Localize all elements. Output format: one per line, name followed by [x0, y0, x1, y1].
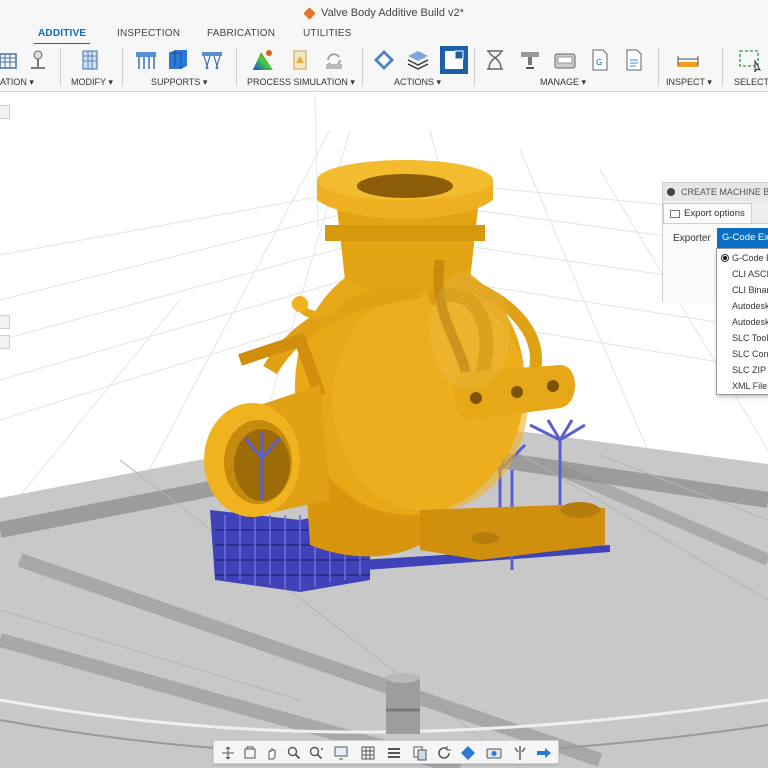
exporter-option[interactable]: XML File: [717, 378, 768, 394]
layer-view-icon[interactable]: [386, 745, 402, 761]
ribbon-group-setup[interactable]: ATION ▾: [0, 77, 34, 88]
title-bar: Valve Body Additive Build v2*: [0, 0, 768, 26]
collapsed-panel-handle[interactable]: [0, 315, 10, 329]
exporter-option[interactable]: SLC Con: [717, 346, 768, 362]
section-icon[interactable]: [412, 745, 428, 761]
zoom-window-icon[interactable]: [308, 745, 324, 761]
camera-icon[interactable]: [486, 745, 502, 761]
appearance-icon[interactable]: [460, 745, 476, 761]
ribbon-separator: [60, 48, 61, 86]
volume-support-icon[interactable]: [166, 48, 190, 72]
radio-selected-icon: [721, 254, 729, 262]
ribbon-separator: [658, 48, 659, 86]
simulate-layers-icon[interactable]: [406, 48, 430, 72]
orbit-icon[interactable]: [220, 745, 236, 761]
navigation-bar: [213, 740, 559, 764]
option-label: G-Code E: [732, 253, 768, 263]
pan-icon[interactable]: [264, 745, 280, 761]
svg-text:G: G: [596, 58, 602, 67]
refresh-icon[interactable]: [436, 745, 452, 761]
exporter-option[interactable]: CLI Binar: [717, 282, 768, 298]
option-label: XML File: [732, 381, 768, 391]
panel-title: CREATE MACHINE B: [681, 187, 768, 197]
option-label: SLC Con: [732, 349, 768, 359]
look-at-icon[interactable]: [242, 745, 258, 761]
option-label: CLI Binar: [732, 285, 768, 295]
effects-icon[interactable]: [512, 745, 528, 761]
ribbon-group-manage[interactable]: MANAGE ▾: [540, 77, 586, 88]
exporter-option[interactable]: CLI ASCII: [717, 266, 768, 282]
tab-export-options[interactable]: Export options: [663, 203, 752, 223]
exporter-dropdown: G-Code E CLI ASCII CLI Binar Autodesk Au…: [716, 248, 768, 395]
position-icon[interactable]: [26, 48, 50, 72]
workspace-tabs: ADDITIVE INSPECTION FABRICATION UTILITIE…: [0, 26, 768, 45]
zoom-icon[interactable]: [286, 745, 302, 761]
option-label: CLI ASCII: [732, 269, 768, 279]
exporter-option[interactable]: SLC ZIP: [717, 362, 768, 378]
document-icon: [303, 6, 316, 20]
tab-label: Export options: [684, 208, 745, 219]
ribbon-separator: [362, 48, 363, 86]
exporter-option[interactable]: Autodesk: [717, 314, 768, 330]
post-process-icon[interactable]: [440, 46, 468, 74]
option-label: Autodesk: [732, 317, 768, 327]
option-label: SLC Tool: [732, 333, 768, 343]
machine-library-icon[interactable]: [518, 48, 542, 72]
build-scene[interactable]: [0, 93, 768, 768]
simulation-warning-icon[interactable]: [288, 48, 312, 72]
bar-support-icon[interactable]: [134, 48, 158, 72]
export-icon: [670, 210, 680, 218]
ribbon-group-actions[interactable]: ACTIONS ▾: [394, 77, 441, 88]
ribbon-separator: [122, 48, 123, 86]
exporter-option[interactable]: G-Code E: [717, 250, 768, 266]
ribbon-separator: [236, 48, 237, 86]
ribbon-toolbar: ATION ▾ MODIFY ▾ SUPPORTS ▾ PROCESS SIMU…: [0, 44, 768, 92]
collapse-icon[interactable]: [667, 188, 675, 196]
panel-header[interactable]: CREATE MACHINE B: [663, 183, 768, 201]
generate-toolpath-icon[interactable]: [372, 48, 396, 72]
task-manager-icon[interactable]: [483, 48, 507, 72]
ribbon-group-modify[interactable]: MODIFY ▾: [71, 77, 113, 88]
modify-component-icon[interactable]: [78, 48, 102, 72]
display-settings-icon[interactable]: [334, 745, 350, 761]
grid-settings-icon[interactable]: [360, 745, 376, 761]
machine-setup-icon[interactable]: [0, 48, 20, 72]
exporter-label: Exporter: [673, 233, 711, 244]
ribbon-group-select[interactable]: SELECT: [734, 77, 768, 87]
simulation-compare-icon[interactable]: [322, 48, 346, 72]
window-title: Valve Body Additive Build v2*: [321, 7, 464, 19]
collapsed-panel-handle[interactable]: [0, 335, 10, 349]
exporter-option[interactable]: Autodesk: [717, 298, 768, 314]
tab-inspection[interactable]: INSPECTION: [117, 28, 180, 39]
tab-fabrication[interactable]: FABRICATION: [207, 28, 275, 39]
next-view-icon[interactable]: [536, 745, 552, 761]
tool-library-icon[interactable]: [553, 48, 577, 72]
exporter-option[interactable]: SLC Tool: [717, 330, 768, 346]
option-label: Autodesk: [732, 301, 768, 311]
window-select-icon[interactable]: [738, 48, 762, 72]
plate-center-pin: [386, 673, 420, 734]
ribbon-separator: [474, 48, 475, 86]
measure-icon[interactable]: [676, 48, 700, 72]
option-label: SLC ZIP: [732, 365, 767, 375]
ribbon-group-process-simulation[interactable]: PROCESS SIMULATION ▾: [247, 77, 355, 88]
template-library-icon[interactable]: [622, 48, 646, 72]
canvas-viewport[interactable]: [0, 93, 768, 768]
tab-additive[interactable]: ADDITIVE: [33, 28, 91, 45]
ribbon-separator: [722, 48, 723, 86]
ribbon-group-inspect[interactable]: INSPECT ▾: [666, 77, 712, 88]
tab-utilities[interactable]: UTILITIES: [303, 28, 351, 39]
thermal-simulation-icon[interactable]: [251, 48, 275, 72]
post-library-icon[interactable]: G: [588, 48, 612, 72]
browser-toggle[interactable]: [0, 105, 10, 119]
ribbon-group-supports[interactable]: SUPPORTS ▾: [151, 77, 207, 88]
lattice-support-icon[interactable]: [200, 48, 224, 72]
exporter-select[interactable]: G-Code Exp: [717, 228, 768, 248]
